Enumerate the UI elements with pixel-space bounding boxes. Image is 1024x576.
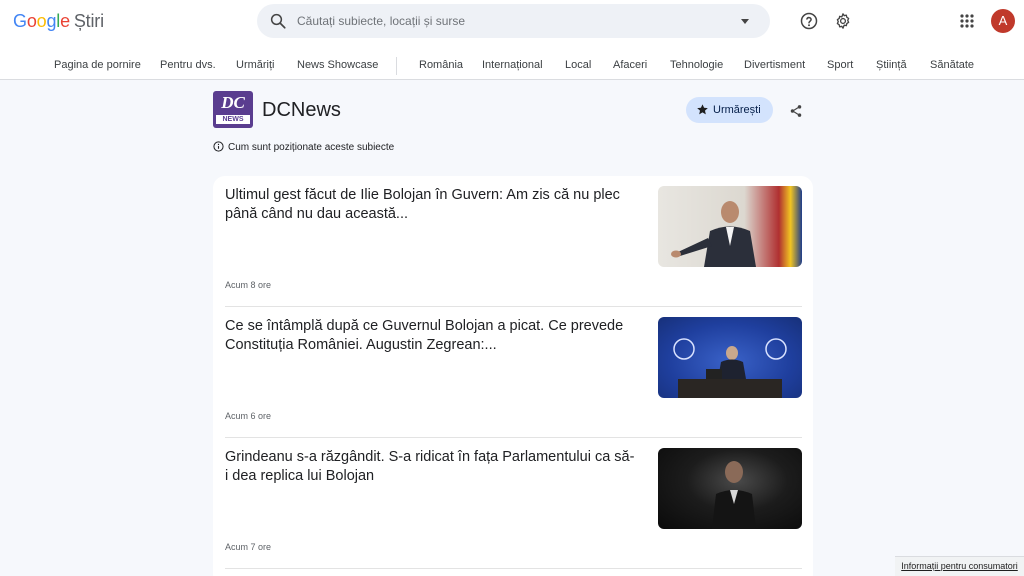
nav-item-news-showcase[interactable]: News Showcase xyxy=(297,59,378,71)
nav-divider xyxy=(396,57,397,75)
search-input[interactable] xyxy=(297,12,737,30)
follow-button[interactable]: Urmărești xyxy=(686,97,773,123)
article-thumbnail[interactable] xyxy=(658,186,802,267)
chevron-down-icon[interactable] xyxy=(741,19,749,24)
source-logo: DC NEWS xyxy=(213,91,253,128)
help-icon[interactable] xyxy=(800,12,818,30)
nav-item-local[interactable]: Local xyxy=(565,59,591,71)
apps-icon[interactable] xyxy=(960,14,974,28)
search-icon[interactable] xyxy=(269,12,287,30)
article-time: Acum 6 ore xyxy=(225,411,272,421)
nav-item-entertainment[interactable]: Divertisment xyxy=(744,59,805,71)
nav-item-health[interactable]: Sănătate xyxy=(930,59,974,71)
logo-product: Știri xyxy=(73,11,104,31)
article-time: Acum 7 ore xyxy=(225,542,272,552)
article-photo xyxy=(712,461,756,529)
search-bar[interactable] xyxy=(257,4,770,38)
logo-letter: g xyxy=(46,11,57,31)
nav-item-business[interactable]: Afaceri xyxy=(613,59,647,71)
follow-button-label: Urmărești xyxy=(713,104,761,116)
article-divider xyxy=(225,568,802,569)
article-title[interactable]: Ce se întâmplă după ce Guvernul Bolojan … xyxy=(225,317,635,355)
google-news-logo[interactable]: Google Știri xyxy=(13,11,104,32)
article-time: Acum 8 ore xyxy=(225,280,272,290)
article-photo xyxy=(673,338,787,398)
logo-letter: G xyxy=(13,11,27,31)
logo-letter: o xyxy=(36,11,47,31)
star-icon xyxy=(697,104,708,115)
nav-item-following[interactable]: Urmăriți xyxy=(236,59,275,71)
consumer-info-link[interactable]: Informații pentru consumatori xyxy=(895,556,1024,576)
nav-item-sport[interactable]: Sport xyxy=(827,59,853,71)
avatar[interactable]: A xyxy=(991,9,1015,33)
nav-item-home[interactable]: Pagina de pornire xyxy=(54,59,141,71)
article-item[interactable]: Ce se întâmplă după ce Guvernul Bolojan … xyxy=(213,307,813,438)
info-icon xyxy=(213,141,224,152)
article-photo xyxy=(671,201,756,267)
gear-icon[interactable] xyxy=(834,12,852,30)
articles-card: Ultimul gest făcut de Ilie Bolojan în Gu… xyxy=(213,176,813,576)
ranking-info-text: Cum sunt poziționate aceste subiecte xyxy=(228,142,395,153)
source-name: DCNews xyxy=(262,99,341,121)
source-logo-sub: NEWS xyxy=(216,115,250,124)
topic-nav: Pagina de pornire Pentru dvs. Urmăriți N… xyxy=(0,44,1024,80)
article-title[interactable]: Grindeanu s-a răzgândit. S-a ridicat în … xyxy=(225,448,635,486)
share-icon[interactable] xyxy=(789,104,803,118)
nav-item-science[interactable]: Știință xyxy=(876,59,907,71)
article-thumbnail[interactable] xyxy=(658,317,802,398)
article-item[interactable]: Grindeanu s-a răzgândit. S-a ridicat în … xyxy=(213,438,813,569)
nav-item-for-you[interactable]: Pentru dvs. xyxy=(160,59,216,71)
top-bar: GoogleȘtiri A xyxy=(0,0,1024,44)
article-item[interactable]: Ultimul gest făcut de Ilie Bolojan în Gu… xyxy=(213,176,813,307)
ranking-info[interactable]: Cum sunt poziționate aceste subiecte xyxy=(213,141,394,153)
article-title[interactable]: Ultimul gest făcut de Ilie Bolojan în Gu… xyxy=(225,186,635,224)
nav-item-international[interactable]: Internațional xyxy=(482,59,543,71)
logo-letter: o xyxy=(26,11,37,31)
source-logo-text: DC xyxy=(221,93,245,112)
nav-item-technology[interactable]: Tehnologie xyxy=(670,59,723,71)
article-thumbnail[interactable] xyxy=(658,448,802,529)
nav-item-romania[interactable]: România xyxy=(419,59,463,71)
logo-letter: e xyxy=(60,11,70,31)
